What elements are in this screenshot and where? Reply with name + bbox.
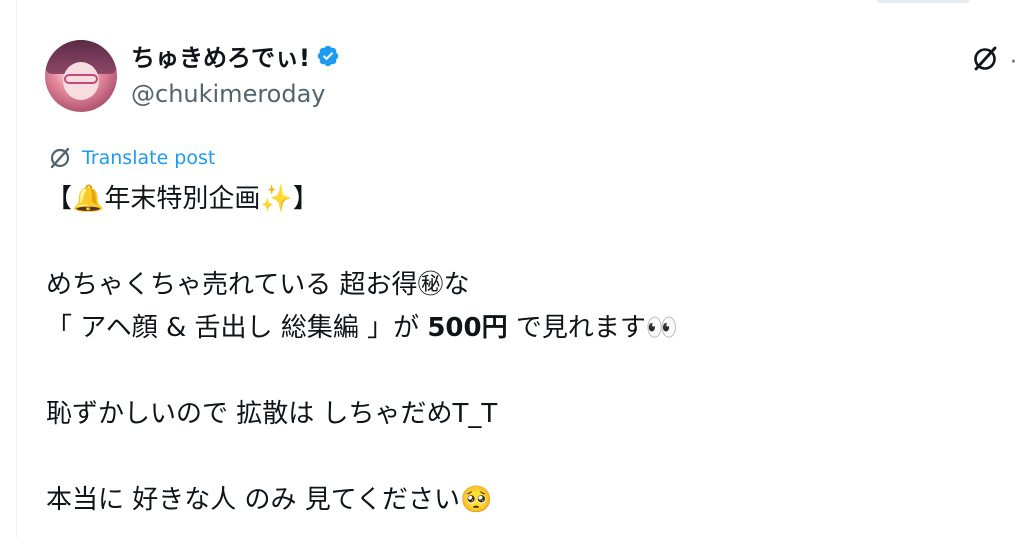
post-text-line: めちゃくちゃ売れている 超お得㊙な [46,270,470,300]
post-text-line: 「 アヘ顔 & 舌出し 総集編 」が 500円 で見れます👀 [46,307,1006,350]
post-text-line: 恥ずかしいので 拡散は しちゃだめT_T [46,399,498,429]
top-button-fragment[interactable] [876,0,970,3]
avatar-glasses [64,74,98,84]
post-text-line: 【🔔年末特別企画✨】 [46,184,319,214]
grok-icon[interactable] [968,42,1002,76]
timeline-border [16,0,17,538]
translate-icon [46,144,74,172]
post-text-segment: 「 アヘ顔 & 舌出し 総集編 」が [46,313,428,343]
verified-badge-icon[interactable] [316,44,340,68]
post-text-line: 本当に 好きな人 のみ 見てください🥺 [46,485,493,515]
avatar[interactable] [45,40,117,112]
author-display-name[interactable]: ちゅきめろでぃ! [131,42,340,74]
more-options-fragment[interactable]: · [1010,50,1017,75]
post-text-blank-line [46,436,1006,479]
translate-post-link[interactable]: Translate post [46,144,215,172]
author-handle[interactable]: @chukimeroday [131,78,326,110]
price-text: 500円 [427,313,508,343]
display-name-text[interactable]: ちゅきめろでぃ! [131,44,310,72]
post-text-blank-line [46,350,1006,393]
post-text-segment: で見れます👀 [507,313,679,343]
post-text-blank-line [46,221,1006,264]
post-text: 【🔔年末特別企画✨】 めちゃくちゃ売れている 超お得㊙な 「 アヘ顔 & 舌出し… [46,178,1006,522]
translate-post-label[interactable]: Translate post [82,147,215,169]
